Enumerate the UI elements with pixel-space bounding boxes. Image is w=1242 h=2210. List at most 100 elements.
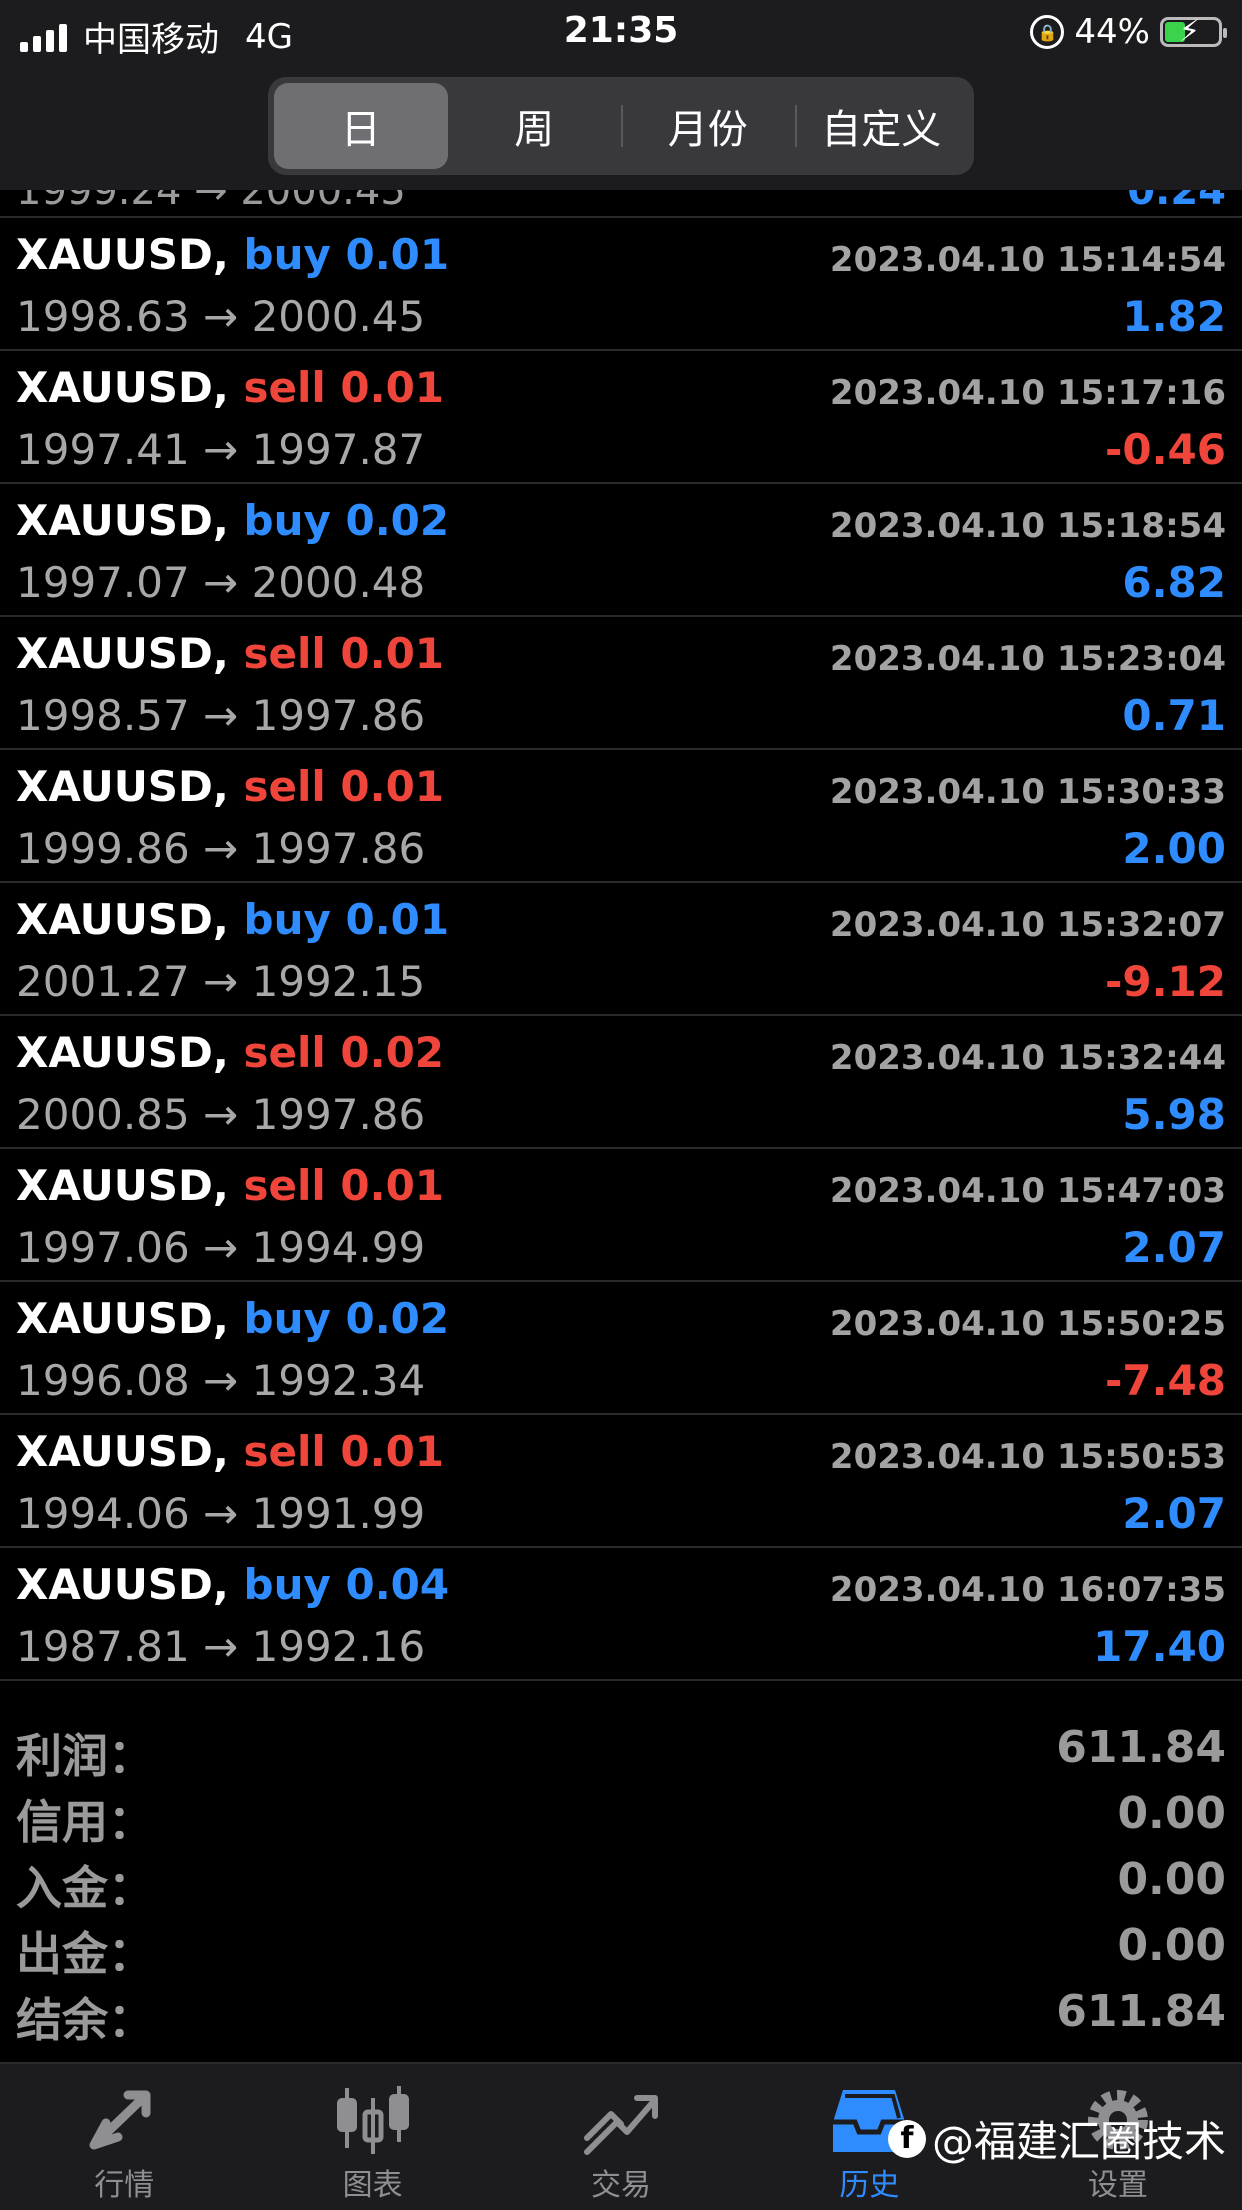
trade-side-volume: sell 0.01 <box>243 762 445 811</box>
trade-symbol: XAUUSD, buy 0.02 <box>16 1294 449 1343</box>
trade-profit: 1.82 <box>1122 292 1226 341</box>
trade-time: 2023.04.10 15:17:16 <box>829 373 1226 413</box>
quotes-arrows-icon <box>82 2082 166 2158</box>
trade-side-volume: buy 0.01 <box>243 895 450 944</box>
table-row[interactable]: 1999.24 → 2000.45 0.24 <box>0 190 1242 218</box>
trade-prices: 1998.57 → 1997.86 <box>16 691 426 740</box>
trade-trend-icon <box>579 2082 663 2158</box>
table-row[interactable]: XAUUSD, buy 0.01 2023.04.10 15:14:54 1998.… <box>0 218 1242 351</box>
account-summary: 利润： 611.84 信用： 0.00 入金： 0.00 出金： 0.00 结余… <box>0 1716 1242 2047</box>
trade-time: 2023.04.10 15:50:53 <box>829 1437 1226 1477</box>
symbol-label: XAUUSD, <box>16 1294 229 1343</box>
symbol-label: XAUUSD, <box>16 1161 229 1210</box>
tab-custom[interactable]: 自定义 <box>794 83 969 169</box>
trade-symbol: XAUUSD, sell 0.01 <box>16 1427 444 1476</box>
symbol-label: XAUUSD, <box>16 1560 229 1609</box>
trade-profit: 2.07 <box>1122 1223 1226 1272</box>
table-row[interactable]: XAUUSD, sell 0.02 2023.04.10 15:32:44 2000… <box>0 1016 1242 1149</box>
tab-label: 行情 <box>94 2168 155 2203</box>
summary-label: 结余： <box>16 1993 154 2047</box>
summary-label: 信用： <box>16 1795 154 1849</box>
symbol-label: XAUUSD, <box>16 1427 229 1476</box>
table-row[interactable]: XAUUSD, sell 0.01 2023.04.10 15:17:16 1997… <box>0 351 1242 484</box>
trade-side-volume: buy 0.01 <box>243 230 450 279</box>
trade-prices: 1999.24 → 2000.45 <box>16 190 406 214</box>
table-row[interactable]: XAUUSD, buy 0.02 2023.04.10 15:50:25 1996.… <box>0 1282 1242 1415</box>
trade-profit: 2.07 <box>1122 1489 1226 1538</box>
summary-value: 611.84 <box>1056 1722 1226 1773</box>
battery-icon: ⚡ <box>1160 14 1227 49</box>
trade-time: 2023.04.10 15:47:03 <box>829 1171 1226 1211</box>
tab-month[interactable]: 月份 <box>621 83 795 169</box>
battery-percent: 44% <box>1074 12 1150 52</box>
table-row[interactable]: XAUUSD, sell 0.01 2023.04.10 15:23:04 1998… <box>0 617 1242 750</box>
symbol-label: XAUUSD, <box>16 629 229 678</box>
trade-symbol: XAUUSD, sell 0.02 <box>16 1028 444 1077</box>
trade-profit: 6.82 <box>1122 558 1226 607</box>
summary-credit-row: 信用： 0.00 <box>0 1782 1242 1849</box>
trade-profit: 0.71 <box>1122 691 1226 740</box>
table-row[interactable]: XAUUSD, buy 0.01 2023.04.10 15:32:07 2001.… <box>0 883 1242 1016</box>
trade-profit: -7.48 <box>1104 1356 1226 1405</box>
rotation-lock-icon: 🔒 <box>1030 15 1065 49</box>
trade-symbol: XAUUSD, sell 0.01 <box>16 629 444 678</box>
summary-deposit-row: 入金： 0.00 <box>0 1848 1242 1915</box>
symbol-label: XAUUSD, <box>16 895 229 944</box>
summary-profit-row: 利润： 611.84 <box>0 1716 1242 1783</box>
trade-prices: 1987.81 → 1992.16 <box>16 1622 426 1671</box>
trade-prices: 1997.41 → 1997.87 <box>16 425 426 474</box>
table-row[interactable]: XAUUSD, buy 0.04 2023.04.10 16:07:35 1987.… <box>0 1548 1242 1681</box>
table-row[interactable]: XAUUSD, sell 0.01 2023.04.10 15:50:53 1994… <box>0 1415 1242 1548</box>
summary-label: 入金： <box>16 1861 154 1915</box>
trade-time: 2023.04.10 15:14:54 <box>829 240 1226 280</box>
trade-profit: -0.46 <box>1104 425 1226 474</box>
summary-withdrawal-row: 出金： 0.00 <box>0 1914 1242 1981</box>
table-row[interactable]: XAUUSD, sell 0.01 2023.04.10 15:47:03 1997… <box>0 1149 1242 1282</box>
period-segmented-control: 日 周 月份 自定义 <box>268 77 974 175</box>
trade-symbol: XAUUSD, sell 0.01 <box>16 762 444 811</box>
table-row[interactable]: XAUUSD, buy 0.02 2023.04.10 15:18:54 1997.… <box>0 484 1242 617</box>
trade-time: 2023.04.10 15:18:54 <box>829 506 1226 546</box>
watermark: f @福建汇圈技术 <box>887 2108 1226 2169</box>
top-bar: 中国移动 4G 21:35 🔒 44% ⚡ 日 周 月份 自定义 <box>0 0 1242 190</box>
summary-label: 出金： <box>16 1927 154 1981</box>
trade-time: 2023.04.10 15:30:33 <box>829 772 1226 812</box>
tab-chart[interactable]: 图表 <box>248 2064 496 2210</box>
trade-symbol: XAUUSD, sell 0.01 <box>16 363 444 412</box>
trade-time: 2023.04.10 15:32:07 <box>829 905 1226 945</box>
trade-time: 2023.04.10 15:50:25 <box>829 1304 1226 1344</box>
trade-side-volume: buy 0.02 <box>243 1294 450 1343</box>
trade-side-volume: buy 0.04 <box>243 1560 450 1609</box>
trade-time: 2023.04.10 15:23:04 <box>829 639 1226 679</box>
summary-value: 0.00 <box>1117 1920 1226 1971</box>
symbol-label: XAUUSD, <box>16 363 229 412</box>
tab-week[interactable]: 周 <box>448 83 622 169</box>
trade-profit: 0.24 <box>1127 190 1226 214</box>
trade-prices: 1997.07 → 2000.48 <box>16 558 426 607</box>
trade-symbol: XAUUSD, buy 0.02 <box>16 496 449 545</box>
trade-time: 2023.04.10 15:32:44 <box>829 1038 1226 1078</box>
table-row[interactable]: XAUUSD, sell 0.01 2023.04.10 15:30:33 1999… <box>0 750 1242 883</box>
symbol-label: XAUUSD, <box>16 496 229 545</box>
trade-symbol: XAUUSD, buy 0.04 <box>16 1560 449 1609</box>
tab-label: 图表 <box>342 2168 403 2203</box>
tab-day[interactable]: 日 <box>274 83 448 169</box>
watermark-logo-icon: f <box>887 2119 926 2158</box>
watermark-text: @福建汇圈技术 <box>931 2117 1226 2166</box>
summary-value: 611.84 <box>1056 1986 1226 2037</box>
tab-trade[interactable]: 交易 <box>497 2064 745 2210</box>
summary-value: 0.00 <box>1117 1788 1226 1839</box>
symbol-label: XAUUSD, <box>16 1028 229 1077</box>
symbol-label: XAUUSD, <box>16 762 229 811</box>
trade-symbol: XAUUSD, buy 0.01 <box>16 230 449 279</box>
tab-quotes[interactable]: 行情 <box>0 2064 248 2210</box>
trade-profit: 2.00 <box>1122 824 1226 873</box>
trade-prices: 1999.86 → 1997.86 <box>16 824 426 873</box>
chart-candles-icon <box>331 2082 415 2158</box>
trade-prices: 1997.06 → 1994.99 <box>16 1223 426 1272</box>
trade-profit: -9.12 <box>1104 957 1226 1006</box>
symbol-label: XAUUSD, <box>16 230 229 279</box>
trade-history-list[interactable]: 1999.24 → 2000.45 0.24 XAUUSD, buy 0.01 2… <box>0 190 1242 1681</box>
trade-side-volume: sell 0.01 <box>243 629 445 678</box>
summary-label: 利润： <box>16 1729 154 1783</box>
